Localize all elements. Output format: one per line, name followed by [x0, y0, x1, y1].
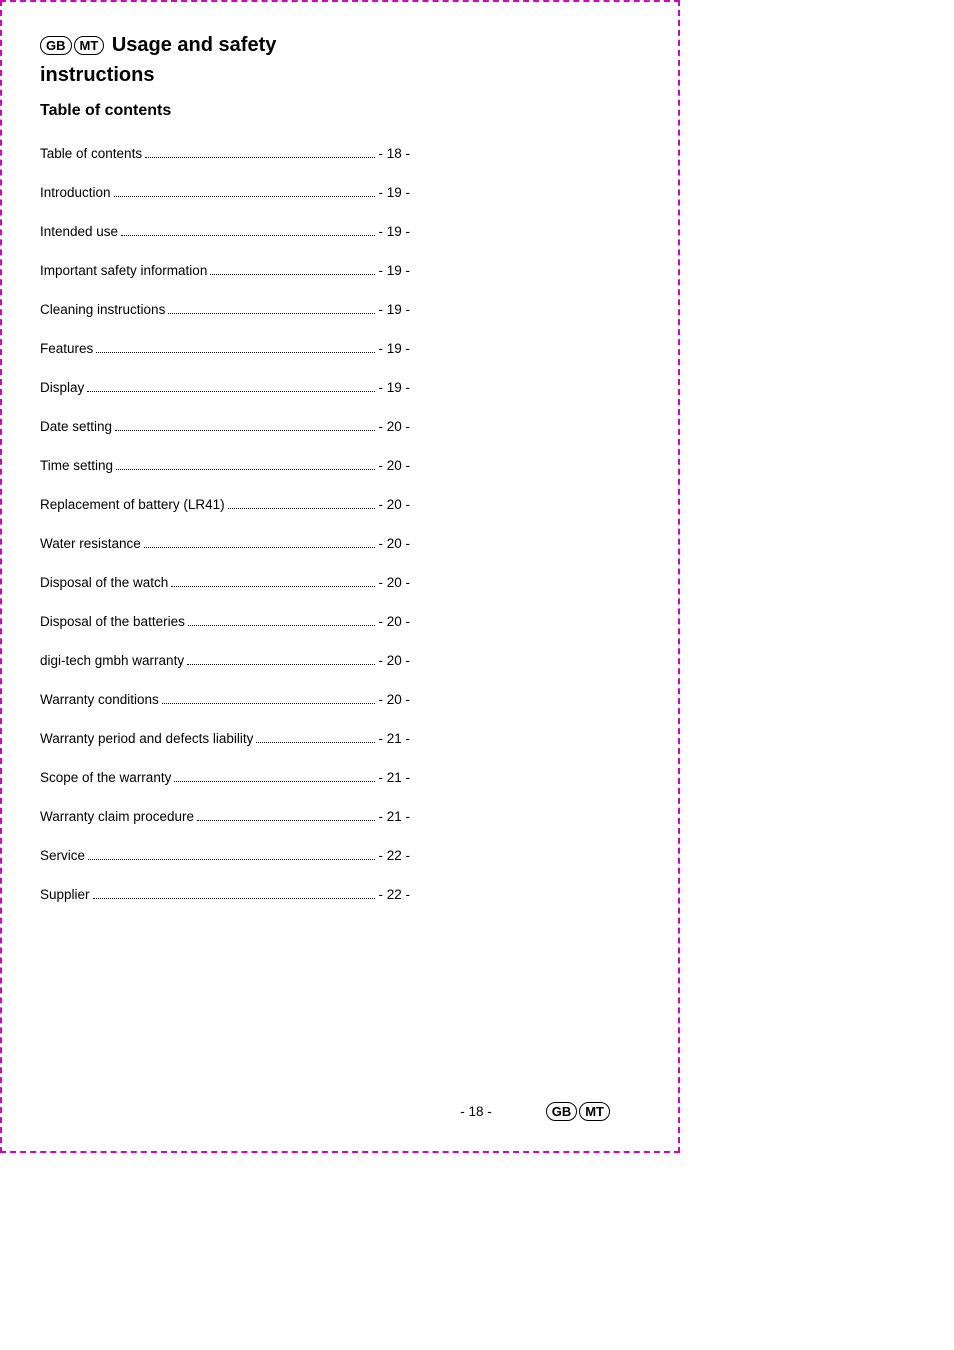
- toc-page: - 20 -: [378, 419, 410, 434]
- leader-dots: [144, 547, 376, 548]
- toc-page: - 21 -: [378, 731, 410, 746]
- toc-page: - 20 -: [378, 614, 410, 629]
- leader-dots: [171, 586, 375, 587]
- toc-page: - 19 -: [378, 263, 410, 278]
- toc-page: - 22 -: [378, 848, 410, 863]
- toc-page: - 19 -: [378, 380, 410, 395]
- toc-page: - 22 -: [378, 887, 410, 902]
- leader-dots: [210, 274, 375, 275]
- leader-dots: [228, 508, 376, 509]
- toc-label: Water resistance: [40, 536, 141, 551]
- toc-entry: Water resistance - 20 -: [40, 536, 410, 551]
- leader-dots: [116, 469, 375, 470]
- toc-label: Warranty period and defects liability: [40, 731, 253, 746]
- toc-entry: Supplier - 22 -: [40, 887, 410, 902]
- page-title-line1: GBMT Usage and safety: [40, 32, 640, 58]
- toc-entry: Intended use - 19 -: [40, 224, 410, 239]
- toc-page: - 21 -: [378, 809, 410, 824]
- toc-entry: Warranty conditions - 20 -: [40, 692, 410, 707]
- toc-label: Intended use: [40, 224, 118, 239]
- leader-dots: [168, 313, 375, 314]
- toc-page: - 19 -: [378, 341, 410, 356]
- toc-label: Supplier: [40, 887, 90, 902]
- toc-label: Time setting: [40, 458, 113, 473]
- footer-badges: GBMT: [546, 1102, 612, 1121]
- toc-entry: Cleaning instructions - 19 -: [40, 302, 410, 317]
- toc-entry: Display - 19 -: [40, 380, 410, 395]
- leader-dots: [114, 196, 376, 197]
- toc-page: - 20 -: [378, 497, 410, 512]
- country-badge-gb: GB: [546, 1102, 578, 1121]
- toc-label: Display: [40, 380, 84, 395]
- leader-dots: [115, 430, 375, 431]
- toc-label: digi-tech gmbh warranty: [40, 653, 184, 668]
- leader-dots: [96, 352, 375, 353]
- page-footer: - 18 - GBMT: [40, 1102, 640, 1121]
- toc-label: Disposal of the watch: [40, 575, 168, 590]
- leader-dots: [187, 664, 375, 665]
- country-badge-mt: MT: [74, 36, 105, 55]
- toc-page: - 18 -: [378, 146, 410, 161]
- toc-label: Features: [40, 341, 93, 356]
- leader-dots: [88, 859, 375, 860]
- leader-dots: [145, 157, 375, 158]
- leader-dots: [174, 781, 375, 782]
- toc-entry: Scope of the warranty - 21 -: [40, 770, 410, 785]
- page-number: - 18 -: [460, 1104, 492, 1119]
- title-text-1: Usage and safety: [106, 34, 276, 56]
- toc-page: - 19 -: [378, 185, 410, 200]
- toc-label: Scope of the warranty: [40, 770, 171, 785]
- toc-page: - 20 -: [378, 575, 410, 590]
- toc-entry: digi-tech gmbh warranty - 20 -: [40, 653, 410, 668]
- toc-entry: Service - 22 -: [40, 848, 410, 863]
- toc-label: Disposal of the batteries: [40, 614, 185, 629]
- toc-label: Warranty conditions: [40, 692, 159, 707]
- toc-label: Service: [40, 848, 85, 863]
- toc-entry: Important safety information - 19 -: [40, 263, 410, 278]
- toc-label: Table of contents: [40, 146, 142, 161]
- leader-dots: [121, 235, 375, 236]
- leader-dots: [197, 820, 375, 821]
- toc-page: - 20 -: [378, 653, 410, 668]
- leader-dots: [93, 898, 376, 899]
- page-title-line2: instructions: [40, 62, 640, 88]
- leader-dots: [162, 703, 376, 704]
- toc-page: - 20 -: [378, 692, 410, 707]
- toc-page: - 19 -: [378, 224, 410, 239]
- toc-label: Replacement of battery (LR41): [40, 497, 225, 512]
- toc-entry: Table of contents - 18 -: [40, 146, 410, 161]
- toc-label: Date setting: [40, 419, 112, 434]
- toc-page: - 21 -: [378, 770, 410, 785]
- toc-label: Cleaning instructions: [40, 302, 165, 317]
- toc-entry: Date setting - 20 -: [40, 419, 410, 434]
- toc-entry: Introduction - 19 -: [40, 185, 410, 200]
- toc-entry: Features - 19 -: [40, 341, 410, 356]
- toc-label: Warranty claim procedure: [40, 809, 194, 824]
- leader-dots: [87, 391, 375, 392]
- toc-label: Important safety information: [40, 263, 207, 278]
- toc-page: - 20 -: [378, 458, 410, 473]
- toc-page: - 20 -: [378, 536, 410, 551]
- table-of-contents: Table of contents - 18 - Introduction - 19…: [40, 146, 410, 902]
- toc-entry: Time setting - 20 -: [40, 458, 410, 473]
- country-badge-gb: GB: [40, 36, 72, 55]
- toc-entry: Warranty claim procedure - 21 -: [40, 809, 410, 824]
- leader-dots: [256, 742, 375, 743]
- country-badge-mt: MT: [579, 1102, 610, 1121]
- toc-entry: Disposal of the batteries - 20 -: [40, 614, 410, 629]
- document-page: GBMT Usage and safety instructions Table…: [0, 0, 680, 1153]
- toc-page: - 19 -: [378, 302, 410, 317]
- toc-entry: Warranty period and defects liability - 2…: [40, 731, 410, 746]
- toc-entry: Disposal of the watch - 20 -: [40, 575, 410, 590]
- toc-heading: Table of contents: [40, 102, 640, 120]
- toc-entry: Replacement of battery (LR41) - 20 -: [40, 497, 410, 512]
- leader-dots: [188, 625, 376, 626]
- toc-label: Introduction: [40, 185, 111, 200]
